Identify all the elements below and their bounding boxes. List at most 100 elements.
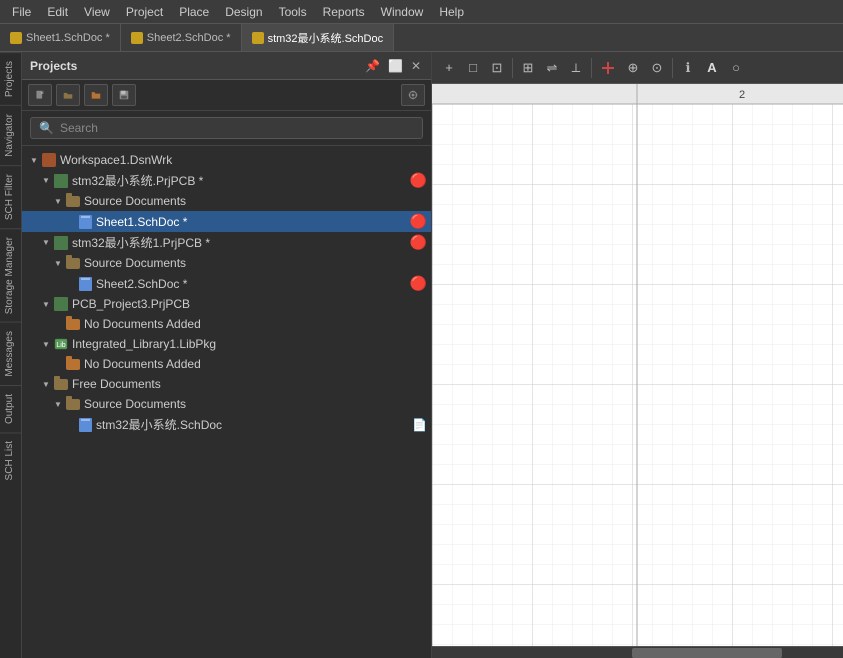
vtab-navigator[interactable]: Navigator (0, 105, 21, 165)
tab-stm32-label: stm32最小系统.SchDoc (268, 30, 384, 46)
proj1-modified-icon: 🔴 (410, 172, 427, 189)
tab-sheet1-label: Sheet1.SchDoc * (26, 32, 110, 44)
nodocs1-label: No Documents Added (84, 317, 427, 331)
src-free-label: Source Documents (84, 397, 427, 411)
new-project-button[interactable] (28, 84, 52, 106)
menu-file[interactable]: File (4, 3, 39, 21)
component-btn[interactable]: ⊕ (622, 56, 644, 80)
tree-item-proj3[interactable]: ▼ PCB_Project3.PrjPCB (22, 294, 431, 314)
pin-btn[interactable]: ⟂ (565, 56, 587, 80)
panel-close-icon[interactable]: ✕ (409, 58, 423, 74)
projects-panel: Projects 📌 ⬜ ✕ (22, 52, 432, 658)
left-vtabs: Projects Navigator SCH Filter Storage Ma… (0, 52, 22, 658)
sheet2-icon (78, 277, 92, 291)
text-btn[interactable]: A (701, 56, 723, 80)
browse-folder-button[interactable] (84, 84, 108, 106)
tab-sheet2-label: Sheet2.SchDoc * (147, 32, 231, 44)
panel-toolbar (22, 80, 431, 111)
menu-window[interactable]: Window (373, 3, 432, 21)
tab-sheet1[interactable]: Sheet1.SchDoc * (0, 24, 121, 51)
panel-pin-icon[interactable]: 📌 (363, 58, 382, 74)
proj2-modified-icon: 🔴 (410, 234, 427, 251)
arc-btn[interactable]: ○ (725, 56, 747, 80)
new-icon (35, 88, 45, 102)
search-container: 🔍 (22, 111, 431, 146)
rect-btn[interactable]: □ (462, 56, 484, 80)
nodocs2-label: No Documents Added (84, 357, 427, 371)
tab-sheet2-icon (131, 32, 143, 44)
src1-folder-icon (66, 194, 80, 208)
search-input[interactable] (60, 121, 414, 135)
proj2-arrow: ▼ (42, 238, 54, 247)
tab-stm32[interactable]: stm32最小系统.SchDoc (242, 24, 395, 51)
nodocs1-icon (66, 317, 80, 331)
tree-item-lib1[interactable]: ▼ Lib Integrated_Library1.LibPkg (22, 334, 431, 354)
src1-arrow: ▼ (54, 197, 66, 206)
info-btn[interactable]: ℹ (677, 56, 699, 80)
tree-item-sheet2[interactable]: Sheet2.SchDoc * 🔴 (22, 273, 431, 294)
menu-design[interactable]: Design (217, 3, 270, 21)
proj1-icon (54, 174, 68, 188)
lib1-arrow: ▼ (42, 340, 54, 349)
route-btn[interactable]: ⇌ (541, 56, 563, 80)
svg-text:Lib: Lib (56, 342, 65, 349)
schematic-canvas[interactable]: 2 (432, 84, 843, 646)
tree-item-src1[interactable]: ▼ Source Documents (22, 191, 431, 211)
main-area: Projects Navigator SCH Filter Storage Ma… (0, 52, 843, 658)
save-all-icon (119, 88, 129, 102)
tree-item-free[interactable]: ▼ Free Documents (22, 374, 431, 394)
panel-restore-icon[interactable]: ⬜ (386, 58, 405, 74)
rect2-btn[interactable]: ⊡ (486, 56, 508, 80)
menu-view[interactable]: View (76, 3, 118, 21)
vtab-storage-manager[interactable]: Storage Manager (0, 228, 21, 322)
menu-project[interactable]: Project (118, 3, 171, 21)
cross-btn[interactable] (596, 56, 620, 80)
sheet2-label: Sheet2.SchDoc * (96, 277, 406, 291)
add-btn[interactable]: + (438, 56, 460, 80)
proj3-label: PCB_Project3.PrjPCB (72, 297, 427, 311)
horizontal-scrollbar[interactable] (432, 646, 843, 658)
vtab-messages[interactable]: Messages (0, 322, 21, 385)
vtab-sch-filter[interactable]: SCH Filter (0, 165, 21, 228)
browse-folder-icon (91, 88, 101, 102)
toolbar-sep3 (672, 58, 673, 78)
save-all-button[interactable] (112, 84, 136, 106)
tree-item-src-free[interactable]: ▼ Source Documents (22, 394, 431, 414)
tree-item-nodocs2: No Documents Added (22, 354, 431, 374)
vtab-projects[interactable]: Projects (0, 52, 21, 105)
tree-item-proj2[interactable]: ▼ stm32最小系统1.PrjPCB * 🔴 (22, 232, 431, 253)
lib1-icon: Lib (54, 337, 68, 351)
workspace-icon (42, 153, 56, 167)
sheet-free-icon (78, 418, 92, 432)
menu-tools[interactable]: Tools (271, 3, 315, 21)
menu-place[interactable]: Place (171, 3, 217, 21)
gear-icon (408, 88, 418, 102)
menu-reports[interactable]: Reports (315, 3, 373, 21)
proj1-label: stm32最小系统.PrjPCB * (72, 172, 406, 189)
menu-help[interactable]: Help (431, 3, 472, 21)
tree-item-nodocs1: No Documents Added (22, 314, 431, 334)
src2-label: Source Documents (84, 256, 427, 270)
src2-arrow: ▼ (54, 259, 66, 268)
panel-header: Projects 📌 ⬜ ✕ (22, 52, 431, 80)
circle-btn[interactable]: ⊙ (646, 56, 668, 80)
vtab-output[interactable]: Output (0, 385, 21, 432)
search-icon: 🔍 (39, 121, 54, 135)
tab-sheet2[interactable]: Sheet2.SchDoc * (121, 24, 242, 51)
tree-item-proj1[interactable]: ▼ stm32最小系统.PrjPCB * 🔴 (22, 170, 431, 191)
tree-item-sheet1[interactable]: Sheet1.SchDoc * 🔴 (22, 211, 431, 232)
tree-item-sheet-free[interactable]: stm32最小系统.SchDoc 📄 (22, 414, 431, 435)
vtab-sch-list[interactable]: SCH List (0, 432, 21, 488)
menu-edit[interactable]: Edit (39, 3, 76, 21)
src-free-folder-icon (66, 397, 80, 411)
tree-item-src2[interactable]: ▼ Source Documents (22, 253, 431, 273)
workspace-arrow: ▼ (30, 156, 42, 165)
grid-btn[interactable]: ⊞ (517, 56, 539, 80)
open-project-button[interactable] (56, 84, 80, 106)
scrollbar-thumb[interactable] (632, 648, 782, 658)
svg-text:2: 2 (739, 89, 745, 101)
tree-item-workspace[interactable]: ▼ Workspace1.DsnWrk (22, 150, 431, 170)
settings-button[interactable] (401, 84, 425, 106)
src2-folder-icon (66, 256, 80, 270)
proj2-label: stm32最小系统1.PrjPCB * (72, 234, 406, 251)
